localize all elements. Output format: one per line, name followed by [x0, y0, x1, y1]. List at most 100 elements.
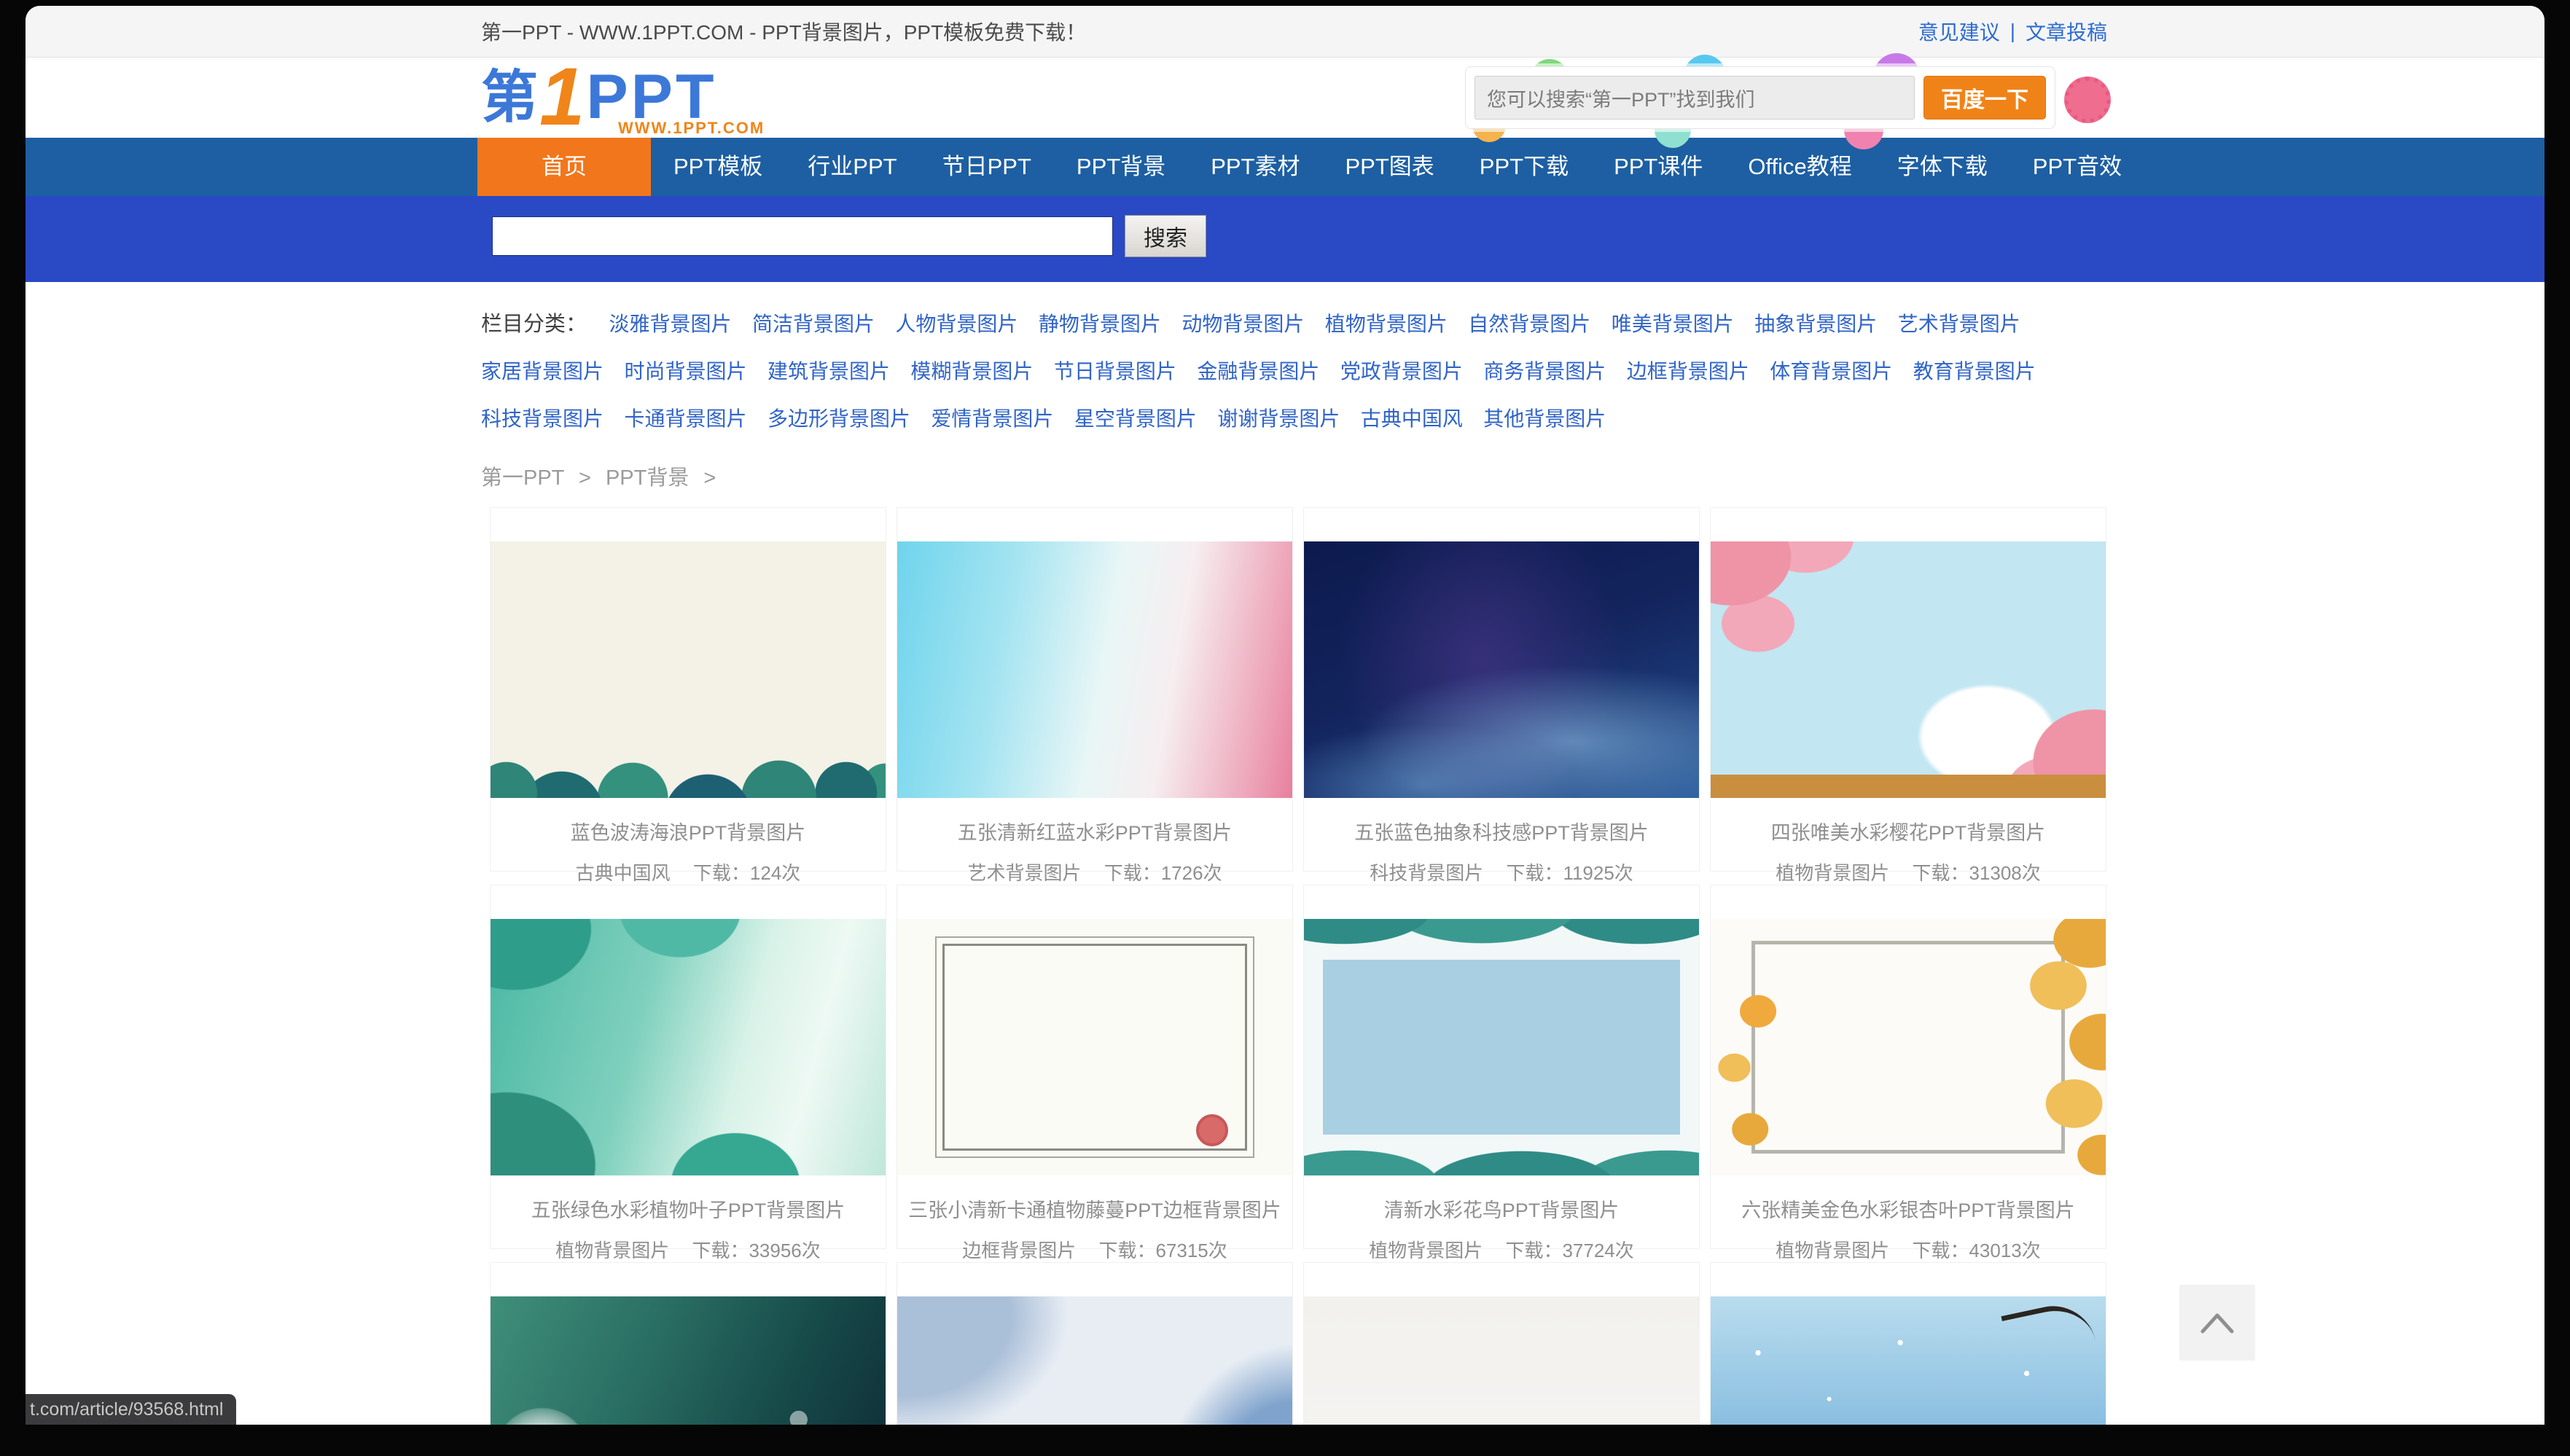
category-link[interactable]: 动物背景图片 — [1182, 313, 1304, 335]
nav-item-ppt-sound[interactable]: PPT音效 — [2010, 138, 2144, 196]
card-title[interactable]: 蓝色波涛海浪PPT背景图片 — [491, 817, 886, 845]
nav-item-ppt-charts[interactable]: PPT图表 — [1322, 138, 1456, 196]
baidu-search-button[interactable]: 百度一下 — [1923, 76, 2046, 120]
thumbnail-golden-ginkgo-frame[interactable] — [1711, 919, 2106, 1175]
template-card[interactable] — [897, 1262, 1293, 1425]
category-link[interactable]: 爱情背景图片 — [931, 407, 1053, 430]
card-category-link[interactable]: 古典中国风 — [576, 862, 671, 884]
thumbnail-winter-snow-forest[interactable] — [1711, 1296, 2106, 1425]
category-link[interactable]: 简洁背景图片 — [752, 313, 875, 335]
category-link[interactable]: 植物背景图片 — [1325, 313, 1448, 335]
site-search-button[interactable]: 搜索 — [1125, 215, 1206, 257]
template-card[interactable]: 五张清新红蓝水彩PPT背景图片 艺术背景图片 下载：1726次 — [897, 507, 1293, 872]
category-link[interactable]: 谢谢背景图片 — [1217, 407, 1340, 430]
category-link[interactable]: 科技背景图片 — [481, 407, 604, 430]
category-link[interactable]: 节日背景图片 — [1054, 360, 1176, 383]
nav-item-home[interactable]: 首页 — [477, 138, 651, 196]
card-title[interactable]: 六张精美金色水彩银杏叶PPT背景图片 — [1711, 1194, 2106, 1223]
card-category-link[interactable]: 植物背景图片 — [555, 1240, 669, 1261]
nav-item-holiday-ppt[interactable]: 节日PPT — [920, 138, 1054, 196]
category-link[interactable]: 星空背景图片 — [1074, 407, 1197, 430]
thumbnail-teal-watercolor-leaves[interactable] — [491, 919, 886, 1175]
category-link[interactable]: 静物背景图片 — [1039, 313, 1161, 335]
card-title[interactable]: 四张唯美水彩樱花PPT背景图片 — [1711, 817, 2106, 845]
site-logo[interactable]: 第 1 PPT WWW.1PPT.COM — [481, 62, 717, 132]
baidu-search-input[interactable] — [1475, 76, 1915, 120]
template-card[interactable]: 蓝色波涛海浪PPT背景图片 古典中国风 下载：124次 — [490, 507, 886, 872]
template-card[interactable]: 五张蓝色抽象科技感PPT背景图片 科技背景图片 下载：11925次 — [1303, 507, 1700, 872]
template-card[interactable]: 五张绿色水彩植物叶子PPT背景图片 植物背景图片 下载：33956次 — [490, 885, 886, 1249]
nav-item-ppt-download[interactable]: PPT下载 — [1457, 138, 1591, 196]
thumbnail-sketch-vine-frame[interactable] — [897, 919, 1292, 1175]
feedback-link[interactable]: 意见建议 — [1918, 17, 2000, 46]
card-category-link[interactable]: 科技背景图片 — [1370, 862, 1483, 884]
submit-article-link[interactable]: 文章投稿 — [2026, 17, 2107, 46]
template-card[interactable]: 清新水彩花鸟PPT背景图片 植物背景图片 下载：37724次 — [1303, 885, 1700, 1249]
thumbnail-flower-bird-panel[interactable] — [1304, 919, 1699, 1175]
category-link[interactable]: 卡通背景图片 — [624, 407, 746, 430]
category-link[interactable]: 党政背景图片 — [1340, 360, 1463, 383]
category-link[interactable]: 金融背景图片 — [1197, 360, 1319, 383]
nav-item-ppt-courseware[interactable]: PPT课件 — [1591, 138, 1725, 196]
card-category-link[interactable]: 植物背景图片 — [1776, 862, 1889, 884]
category-link[interactable]: 模糊背景图片 — [910, 360, 1033, 383]
category-link[interactable]: 抽象背景图片 — [1754, 313, 1877, 335]
template-card[interactable] — [490, 1262, 886, 1425]
nav-item-ppt-templates[interactable]: PPT模板 — [651, 138, 785, 196]
card-category-link[interactable]: 边框背景图片 — [962, 1240, 1076, 1261]
category-link[interactable]: 自然背景图片 — [1468, 313, 1590, 335]
card-title[interactable]: 清新水彩花鸟PPT背景图片 — [1304, 1194, 1699, 1223]
nav-item-industry-ppt[interactable]: 行业PPT — [785, 138, 919, 196]
template-card[interactable]: 六张精美金色水彩银杏叶PPT背景图片 植物背景图片 下载：43013次 — [1710, 885, 2106, 1249]
card-category-link[interactable]: 艺术背景图片 — [967, 862, 1081, 884]
card-title[interactable]: 五张绿色水彩植物叶子PPT背景图片 — [491, 1194, 886, 1223]
nav-item-font-download[interactable]: 字体下载 — [1875, 138, 2010, 196]
thumbnail-sakura-blossom-sky[interactable] — [1711, 541, 2106, 798]
category-link[interactable]: 人物背景图片 — [895, 313, 1018, 335]
card-caption: 清新水彩花鸟PPT背景图片 植物背景图片 下载：37724次 — [1304, 1194, 1699, 1263]
category-link[interactable]: 唯美背景图片 — [1612, 313, 1734, 335]
card-category-link[interactable]: 植物背景图片 — [1776, 1240, 1889, 1261]
card-downloads: 下载：37724次 — [1505, 1240, 1633, 1261]
breadcrumb-home-link[interactable]: 第一PPT — [481, 466, 564, 490]
card-title[interactable]: 五张蓝色抽象科技感PPT背景图片 — [1304, 817, 1699, 845]
template-card[interactable]: 三张小清新卡通植物藤蔓PPT边框背景图片 边框背景图片 下载：67315次 — [897, 885, 1293, 1249]
nav-item-ppt-materials[interactable]: PPT素材 — [1188, 138, 1322, 196]
category-link[interactable]: 体育背景图片 — [1770, 360, 1892, 383]
category-link[interactable]: 建筑背景图片 — [768, 360, 890, 383]
template-grid: 蓝色波涛海浪PPT背景图片 古典中国风 下载：124次 五张清新红蓝水彩PPT背… — [490, 507, 2117, 1425]
card-caption: 蓝色波涛海浪PPT背景图片 古典中国风 下载：124次 — [491, 817, 886, 885]
category-link[interactable]: 时尚背景图片 — [624, 360, 746, 383]
balloon-decoration — [2064, 77, 2111, 123]
template-card[interactable] — [1710, 1262, 2106, 1425]
site-header: 第 1 PPT WWW.1PPT.COM 百度一下 — [26, 58, 2544, 138]
category-link[interactable]: 边框背景图片 — [1627, 360, 1749, 383]
thumbnail-cyan-pink-watercolor[interactable] — [897, 541, 1292, 798]
category-link[interactable]: 商务背景图片 — [1483, 360, 1606, 383]
card-category-link[interactable]: 植物背景图片 — [1369, 1240, 1483, 1261]
thumbnail-dandelion-bokeh[interactable] — [491, 1296, 886, 1425]
nav-item-ppt-backgrounds[interactable]: PPT背景 — [1054, 138, 1188, 196]
category-link[interactable]: 古典中国风 — [1361, 407, 1463, 430]
breadcrumb-section-link[interactable]: PPT背景 — [606, 466, 689, 490]
category-link[interactable]: 教育背景图片 — [1913, 360, 2036, 383]
breadcrumb-separator: > — [703, 466, 716, 490]
back-to-top-button[interactable] — [2179, 1285, 2255, 1361]
category-link[interactable]: 艺术背景图片 — [1898, 313, 2020, 335]
template-card[interactable] — [1303, 1262, 1700, 1425]
card-title[interactable]: 三张小清新卡通植物藤蔓PPT边框背景图片 — [897, 1194, 1292, 1223]
category-link[interactable]: 其他背景图片 — [1483, 407, 1606, 430]
card-title[interactable]: 五张清新红蓝水彩PPT背景图片 — [897, 817, 1292, 845]
template-card[interactable]: 四张唯美水彩樱花PPT背景图片 植物背景图片 下载：31308次 — [1710, 507, 2106, 872]
top-info-bar: 第一PPT - WWW.1PPT.COM - PPT背景图片，PPT模板免费下载… — [26, 6, 2544, 58]
category-link[interactable]: 淡雅背景图片 — [609, 313, 731, 335]
topbar-separator: | — [2010, 20, 2015, 43]
site-search-input[interactable] — [492, 216, 1113, 256]
thumbnail-light-blue-watercolor[interactable] — [897, 1296, 1292, 1425]
thumbnail-pink-tree-windmill[interactable] — [1304, 1296, 1699, 1425]
thumbnail-chinese-waves[interactable] — [491, 541, 886, 798]
thumbnail-dark-blue-tech-waves[interactable] — [1304, 541, 1699, 798]
nav-item-office-tutorials[interactable]: Office教程 — [1725, 138, 1874, 196]
category-link[interactable]: 多边形背景图片 — [768, 407, 910, 430]
category-link[interactable]: 家居背景图片 — [481, 360, 604, 383]
